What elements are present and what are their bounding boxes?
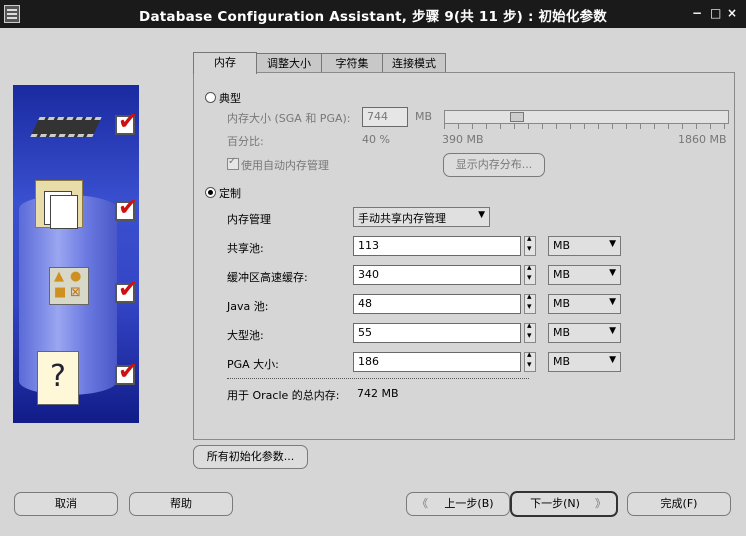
tab-sizing[interactable]: 调整大小 bbox=[256, 53, 322, 73]
shapes-icon: ▲ ● ■ ⊠ bbox=[49, 267, 89, 305]
tab-character-sets[interactable]: 字符集 bbox=[321, 53, 383, 73]
large-pool-input[interactable]: 55 bbox=[353, 323, 521, 343]
memory-management-label: 内存管理 bbox=[227, 213, 271, 226]
chevron-down-icon: ▼ bbox=[609, 326, 616, 336]
back-label: 上一步(B) bbox=[444, 497, 494, 510]
step-complete-check-icon bbox=[115, 107, 138, 135]
percent-value: 40 % bbox=[362, 133, 390, 146]
memory-size-label: 内存大小 (SGA 和 PGA): bbox=[227, 112, 351, 125]
large-pool-label: 大型池: bbox=[227, 329, 264, 342]
auto-memory-label: 使用自动内存管理 bbox=[241, 159, 329, 172]
pga-size-unit-select[interactable]: MB ▼ bbox=[548, 352, 621, 372]
chevron-down-icon: ▼ bbox=[478, 210, 485, 220]
slider-ticks bbox=[444, 123, 727, 129]
chevron-down-icon: ▼ bbox=[609, 239, 616, 249]
buffer-cache-label: 缓冲区高速缓存: bbox=[227, 271, 308, 284]
percent-label: 百分比: bbox=[227, 135, 264, 148]
chevron-down-icon: ▼ bbox=[609, 268, 616, 278]
typical-radio[interactable] bbox=[205, 92, 216, 103]
question-document-icon: ? bbox=[37, 351, 79, 405]
auto-memory-checkbox[interactable] bbox=[227, 156, 239, 170]
memory-management-value: 手动共享内存管理 bbox=[358, 212, 446, 225]
back-button[interactable]: 《 上一步(B) bbox=[406, 492, 510, 516]
java-pool-unit-select[interactable]: MB ▼ bbox=[548, 294, 621, 314]
typical-label: 典型 bbox=[219, 92, 241, 105]
wizard-illustration: ▲ ● ■ ⊠ ? bbox=[13, 85, 139, 423]
chevron-right-icon: 》 bbox=[595, 497, 606, 510]
chevron-left-icon: 《 bbox=[417, 497, 428, 510]
step-complete-check-icon bbox=[115, 275, 138, 303]
tab-connection-mode[interactable]: 连接模式 bbox=[382, 53, 446, 73]
all-init-params-button[interactable]: 所有初始化参数... bbox=[193, 445, 308, 469]
large-pool-spinner[interactable] bbox=[524, 321, 536, 343]
memory-management-select[interactable]: 手动共享内存管理 ▼ bbox=[353, 207, 490, 227]
title-bar: Database Configuration Assistant, 步骤 9(共… bbox=[0, 0, 746, 28]
minimize-button[interactable]: − bbox=[692, 6, 702, 20]
help-button[interactable]: 帮助 bbox=[129, 492, 233, 516]
java-pool-label: Java 池: bbox=[227, 300, 269, 313]
shared-pool-input[interactable]: 113 bbox=[353, 236, 521, 256]
next-label: 下一步(N) bbox=[530, 497, 580, 510]
custom-label: 定制 bbox=[219, 187, 241, 200]
unit-value: MB bbox=[553, 268, 571, 281]
pga-size-label: PGA 大小: bbox=[227, 358, 279, 371]
folder-documents-icon bbox=[35, 180, 83, 229]
maximize-button[interactable]: □ bbox=[710, 6, 721, 20]
unit-value: MB bbox=[553, 297, 571, 310]
cancel-button[interactable]: 取消 bbox=[14, 492, 118, 516]
pga-size-spinner[interactable] bbox=[524, 350, 536, 372]
close-button[interactable]: × bbox=[727, 6, 737, 20]
shared-pool-unit-select[interactable]: MB ▼ bbox=[548, 236, 621, 256]
divider bbox=[227, 378, 529, 379]
unit-value: MB bbox=[553, 355, 571, 368]
java-pool-spinner[interactable] bbox=[524, 292, 536, 314]
shared-pool-spinner[interactable] bbox=[524, 234, 536, 256]
tab-memory[interactable]: 内存 bbox=[193, 52, 257, 74]
step-complete-check-icon bbox=[115, 357, 138, 385]
unit-value: MB bbox=[553, 326, 571, 339]
buffer-cache-spinner[interactable] bbox=[524, 263, 536, 285]
finish-button[interactable]: 完成(F) bbox=[627, 492, 731, 516]
step-complete-check-icon bbox=[115, 193, 138, 221]
pga-size-input[interactable]: 186 bbox=[353, 352, 521, 372]
next-button[interactable]: 下一步(N) 》 bbox=[510, 491, 618, 517]
chevron-down-icon: ▼ bbox=[609, 355, 616, 365]
window-title: Database Configuration Assistant, 步骤 9(共… bbox=[139, 9, 607, 25]
java-pool-input[interactable]: 48 bbox=[353, 294, 521, 314]
memory-size-unit: MB bbox=[415, 110, 433, 123]
total-memory-label: 用于 Oracle 的总内存: bbox=[227, 389, 340, 402]
buffer-cache-unit-select[interactable]: MB ▼ bbox=[548, 265, 621, 285]
shared-pool-label: 共享池: bbox=[227, 242, 264, 255]
slider-max-label: 1860 MB bbox=[678, 133, 727, 146]
buffer-cache-input[interactable]: 340 bbox=[353, 265, 521, 285]
large-pool-unit-select[interactable]: MB ▼ bbox=[548, 323, 621, 343]
slider-min-label: 390 MB bbox=[442, 133, 484, 146]
unit-value: MB bbox=[553, 239, 571, 252]
show-memory-distribution-button[interactable]: 显示内存分布... bbox=[443, 153, 545, 177]
total-memory-value: 742 MB bbox=[357, 387, 399, 400]
slider-thumb[interactable] bbox=[510, 112, 524, 122]
memory-chip-icon bbox=[30, 117, 102, 137]
chevron-down-icon: ▼ bbox=[609, 297, 616, 307]
memory-size-input[interactable]: 744 bbox=[362, 107, 408, 127]
memory-percent-slider[interactable] bbox=[444, 110, 729, 124]
custom-radio[interactable] bbox=[205, 187, 216, 198]
